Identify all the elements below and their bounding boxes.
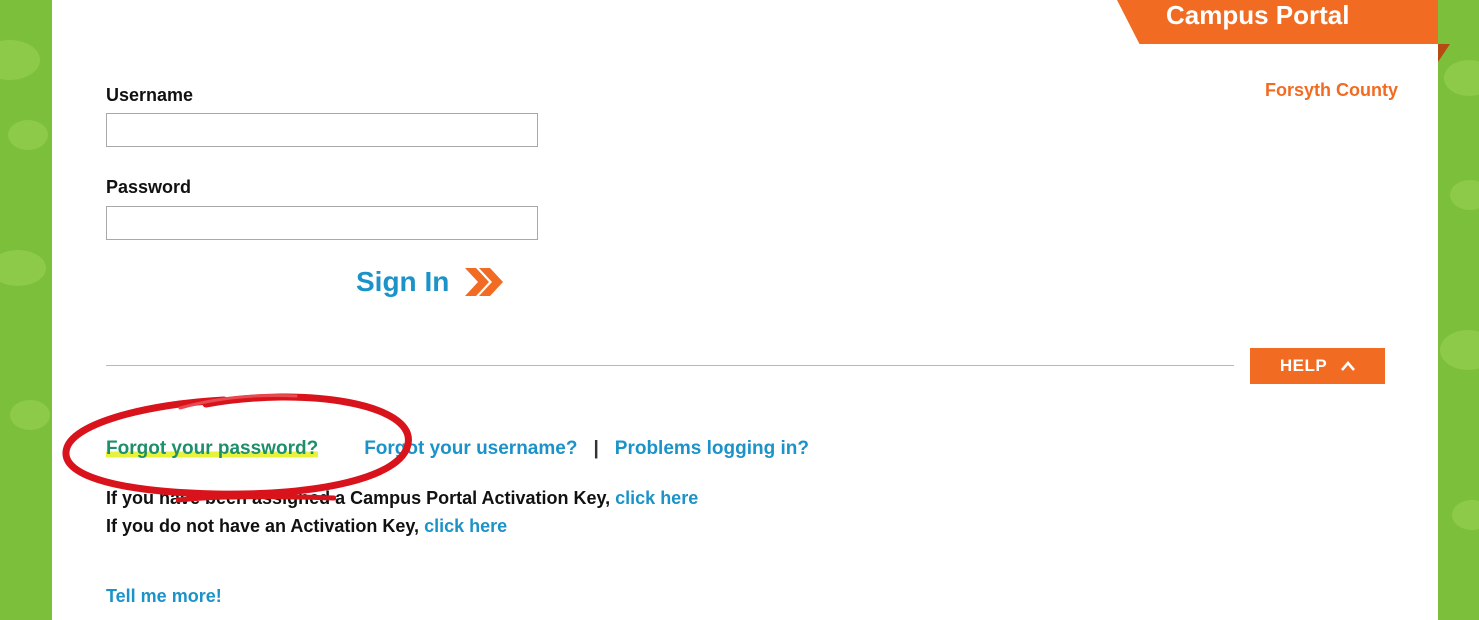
username-label: Username xyxy=(106,85,194,105)
background-blob xyxy=(1450,180,1479,210)
background-blob xyxy=(10,400,50,430)
background-blob xyxy=(1452,500,1479,530)
help-button-label: HELP xyxy=(1279,356,1328,375)
sign-in-label: Sign In xyxy=(356,266,450,297)
no-activation-key-text: If you do not have an Activation Key, xyxy=(106,516,420,536)
tell-me-more-link[interactable]: Tell me more! xyxy=(106,586,222,607)
no-activation-key-line: If you do not have an Activation Key, cl… xyxy=(106,516,507,537)
activation-key-click-here-link[interactable]: click here xyxy=(615,488,698,508)
problems-logging-in-link[interactable]: Problems logging in? xyxy=(615,438,809,460)
sign-in-button[interactable]: Sign In xyxy=(356,266,504,298)
background-blob xyxy=(8,120,48,150)
activation-key-line: If you have been assigned a Campus Porta… xyxy=(106,488,698,509)
chevron-up-icon xyxy=(1341,361,1356,371)
password-label: Password xyxy=(106,177,192,197)
password-input[interactable] xyxy=(106,206,538,240)
help-button[interactable]: HELP xyxy=(1250,348,1385,384)
background-blob xyxy=(0,40,40,80)
username-input[interactable] xyxy=(106,113,538,147)
link-separator: | xyxy=(593,438,599,459)
forgot-password-link[interactable]: Forgot your password? xyxy=(106,438,319,460)
background-blob xyxy=(1444,60,1479,96)
help-links-row: Forgot your password? Forgot your userna… xyxy=(106,438,809,460)
portal-title: Campus Portal xyxy=(1166,0,1350,30)
section-divider xyxy=(106,365,1234,366)
forgot-username-link[interactable]: Forgot your username? xyxy=(364,438,577,460)
double-chevron-right-icon xyxy=(465,268,504,296)
activation-key-text: If you have been assigned a Campus Porta… xyxy=(106,488,611,508)
ribbon-fold xyxy=(1438,44,1450,62)
background-blob xyxy=(1440,330,1479,370)
district-name: Forsyth County xyxy=(1265,80,1398,100)
background-blob xyxy=(0,250,46,286)
no-activation-key-click-here-link[interactable]: click here xyxy=(424,516,507,536)
